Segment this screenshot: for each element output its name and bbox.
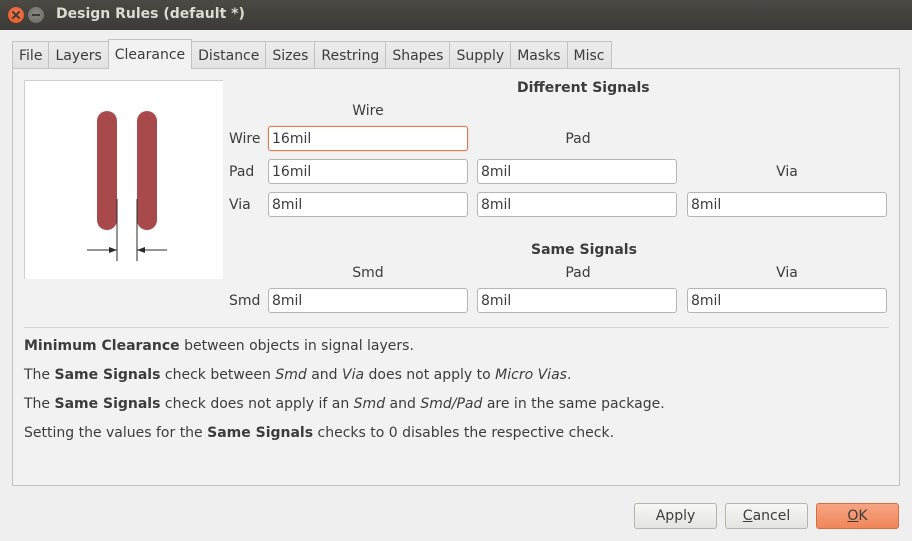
col-label-pad: Pad (565, 131, 591, 147)
smd-pad-input[interactable] (477, 288, 677, 313)
ok-button[interactable]: OK (816, 503, 899, 529)
cancel-button[interactable]: Cancel (725, 503, 808, 529)
clearance-preview-image (24, 80, 223, 279)
tab-misc[interactable]: Misc (566, 41, 612, 69)
note-minimum-clearance: Minimum Clearance between objects in sig… (24, 338, 414, 354)
divider (24, 327, 889, 328)
tab-masks[interactable]: Masks (510, 41, 568, 69)
tab-distance[interactable]: Distance (191, 41, 267, 69)
tab-restring[interactable]: Restring (314, 41, 387, 69)
pad-wire-input[interactable] (268, 159, 468, 184)
note-same-package: The Same Signals check does not apply if… (24, 396, 665, 412)
col-label-smd: Smd (352, 265, 384, 281)
via-via-input[interactable] (687, 192, 887, 217)
pad-pad-input[interactable] (477, 159, 677, 184)
apply-button[interactable]: Apply (634, 503, 717, 529)
note-micro-vias: The Same Signals check between Smd and V… (24, 367, 572, 383)
row-label-pad: Pad (229, 164, 255, 180)
via-wire-input[interactable] (268, 192, 468, 217)
col-label-via: Via (776, 164, 798, 180)
col-label-wire: Wire (352, 103, 384, 119)
tab-clearance[interactable]: Clearance (107, 39, 193, 69)
via-pad-input[interactable] (477, 192, 677, 217)
different-signals-heading: Different Signals (517, 80, 650, 96)
tab-bar: File Layers Clearance Distance Sizes Res… (12, 39, 612, 69)
window-title: Design Rules (default *) (56, 6, 245, 22)
smd-smd-input[interactable] (268, 288, 468, 313)
title-bar: Design Rules (default *) (0, 0, 912, 30)
smd-via-input[interactable] (687, 288, 887, 313)
wire-wire-input[interactable] (268, 126, 468, 151)
row-label-via: Via (229, 197, 251, 213)
close-icon[interactable] (8, 7, 24, 23)
col-label-same-via: Via (776, 265, 798, 281)
row-label-wire: Wire (229, 131, 261, 147)
tab-sizes[interactable]: Sizes (265, 41, 316, 69)
tab-layers[interactable]: Layers (48, 41, 109, 69)
col-label-same-pad: Pad (565, 265, 591, 281)
tab-shapes[interactable]: Shapes (385, 41, 451, 69)
same-signals-heading: Same Signals (531, 242, 637, 258)
row-label-smd: Smd (229, 293, 261, 309)
minimize-icon[interactable] (28, 7, 44, 23)
note-zero-disables: Setting the values for the Same Signals … (24, 425, 615, 441)
tab-file[interactable]: File (12, 41, 50, 69)
clearance-panel: Different Signals Wire Pad Via Wire Pad … (12, 68, 900, 486)
tab-supply[interactable]: Supply (449, 41, 512, 69)
clearance-diagram-icon (87, 111, 167, 261)
